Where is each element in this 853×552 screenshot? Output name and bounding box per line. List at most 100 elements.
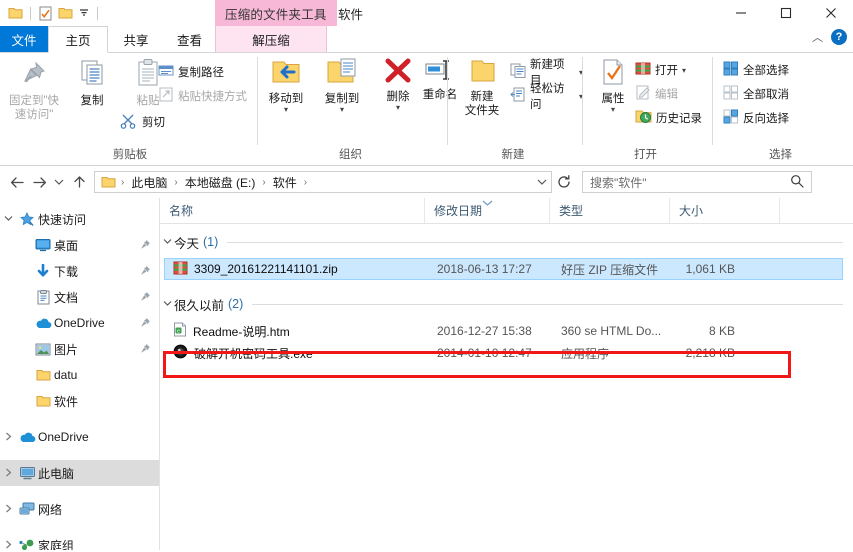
forward-button[interactable] <box>28 169 50 195</box>
copy-button[interactable]: 复制 <box>64 57 120 108</box>
expander-chevron-icon[interactable] <box>0 468 16 479</box>
column-header-name[interactable]: 名称 <box>160 198 424 223</box>
properties-caret-icon[interactable]: ▾ <box>611 106 615 114</box>
navigation-pane: 快速访问 桌面 下载 文档 OneDrive 图片 datu 软件 OneDri… <box>0 198 160 550</box>
quick-access-toolbar <box>8 3 100 23</box>
application-exe-icon <box>173 344 188 362</box>
expander-chevron-icon[interactable] <box>0 504 16 515</box>
pin-icon[interactable] <box>140 317 151 331</box>
network-icon <box>16 502 38 516</box>
expander-chevron-icon[interactable] <box>0 214 16 224</box>
group-collapse-chevron-icon[interactable] <box>160 237 174 248</box>
sidebar-label-homegroup: 家庭组 <box>38 538 75 551</box>
breadcrumb-separator-0[interactable]: › <box>116 177 129 188</box>
group-header-long-ago[interactable]: 很久以前 (2) <box>160 292 853 316</box>
search-box[interactable]: 搜索"软件" <box>582 171 812 193</box>
customize-qat-dropdown-icon[interactable] <box>78 6 90 20</box>
open-caret-icon[interactable]: ▾ <box>682 66 686 75</box>
help-icon[interactable]: ? <box>831 29 847 45</box>
sidebar-label-network: 网络 <box>38 502 63 517</box>
minimize-button[interactable] <box>718 0 763 26</box>
sidebar-item-homegroup[interactable]: 家庭组 <box>0 532 159 550</box>
tab-file[interactable]: 文件 <box>0 26 48 52</box>
sidebar-item-software[interactable]: 软件 <box>0 388 159 414</box>
search-icon[interactable] <box>790 174 804 191</box>
sidebar-item-pictures[interactable]: 图片 <box>0 336 159 362</box>
select-all-button[interactable]: 全部选择 <box>723 59 789 81</box>
copy-path-button[interactable]: 复制路径 <box>158 61 224 83</box>
invert-selection-button[interactable]: 反向选择 <box>723 107 789 129</box>
sidebar-item-documents[interactable]: 文档 <box>0 284 159 310</box>
column-header-size[interactable]: 大小 <box>669 198 779 223</box>
up-button[interactable] <box>68 169 90 195</box>
pin-to-quick-access-label: 固定到"快 速访问" <box>8 95 60 121</box>
open-button[interactable]: 打开 ▾ <box>635 59 686 81</box>
properties-button[interactable]: 属性 ▾ <box>585 57 641 114</box>
sidebar-item-downloads[interactable]: 下载 <box>0 258 159 284</box>
easy-access-button[interactable]: 轻松访问 ▾ <box>510 83 583 111</box>
sidebar-item-this-pc[interactable]: 此电脑 <box>0 460 159 486</box>
breadcrumb-local-disk-e[interactable]: 本地磁盘 (E:) <box>183 174 258 191</box>
new-folder-icon[interactable] <box>58 6 73 20</box>
cut-button[interactable]: 剪切 <box>120 111 165 133</box>
column-header-date[interactable]: 修改日期 <box>424 198 549 223</box>
expander-chevron-icon[interactable] <box>0 540 16 551</box>
column-header-type[interactable]: 类型 <box>549 198 669 223</box>
sidebar-item-onedrive[interactable]: OneDrive <box>0 424 159 450</box>
pin-icon[interactable] <box>140 343 151 357</box>
tab-share[interactable]: 共享 <box>108 26 164 52</box>
new-folder-button[interactable]: 新建 文件夹 <box>454 57 510 118</box>
recent-locations-button[interactable] <box>50 169 68 195</box>
sidebar-label-datu: datu <box>54 368 78 382</box>
copy-to-button[interactable]: 复制到 ▾ <box>314 57 370 114</box>
pin-icon[interactable] <box>140 265 151 279</box>
breadcrumb-separator-1[interactable]: › <box>169 177 182 188</box>
select-none-button[interactable]: 全部取消 <box>723 83 789 105</box>
pin-icon[interactable] <box>140 239 151 253</box>
sidebar-item-network[interactable]: 网络 <box>0 496 159 522</box>
select-all-label: 全部选择 <box>743 65 789 77</box>
maximize-button[interactable] <box>763 0 808 26</box>
properties-icon[interactable] <box>38 6 53 21</box>
expander-chevron-icon[interactable] <box>0 432 16 443</box>
onedrive-cloud-icon <box>16 431 38 444</box>
search-input[interactable]: 搜索"软件" <box>583 174 647 191</box>
move-to-caret-icon[interactable]: ▾ <box>284 106 288 114</box>
group-header-today[interactable]: 今天 (1) <box>160 230 853 254</box>
sidebar-item-datu[interactable]: datu <box>0 362 159 388</box>
collapse-ribbon-icon[interactable]: ︿ <box>812 29 823 45</box>
refresh-button[interactable] <box>552 169 576 195</box>
column-header-spare[interactable] <box>779 198 853 223</box>
breadcrumb-this-pc[interactable]: 此电脑 <box>129 174 169 191</box>
column-headers: 名称 修改日期 类型 大小 <box>160 198 853 224</box>
breadcrumb-separator-3[interactable]: › <box>299 177 312 188</box>
move-to-button[interactable]: 移动到 ▾ <box>258 57 314 114</box>
delete-caret-icon[interactable]: ▾ <box>396 104 400 112</box>
sidebar-item-quick-access[interactable]: 快速访问 <box>0 206 159 232</box>
tab-home[interactable]: 主页 <box>48 26 108 53</box>
sidebar-item-onedrive-quick[interactable]: OneDrive <box>0 310 159 336</box>
address-dropdown-icon[interactable] <box>536 175 548 189</box>
back-button[interactable] <box>6 169 28 195</box>
folder-icon[interactable] <box>8 6 23 20</box>
paste-shortcut-button[interactable]: 粘贴快捷方式 <box>158 85 247 107</box>
history-button[interactable]: 历史记录 <box>635 107 702 129</box>
table-row[interactable]: e Readme-说明.htm 2016-12-27 15:38 360 se … <box>165 320 843 342</box>
breadcrumb-separator-2[interactable]: › <box>257 177 270 188</box>
tab-extract[interactable]: 解压缩 <box>215 26 327 52</box>
copy-to-caret-icon[interactable]: ▾ <box>340 106 344 114</box>
desktop-icon <box>32 238 54 252</box>
move-to-label: 移动到 <box>268 93 304 105</box>
homegroup-icon <box>16 538 38 550</box>
tab-view[interactable]: 查看 <box>164 26 215 52</box>
table-row[interactable]: 破解开机密码工具.exe 2014-01-10 12:47 应用程序 2,218… <box>165 342 843 364</box>
group-collapse-chevron-icon[interactable] <box>160 299 174 310</box>
pin-icon[interactable] <box>140 291 151 305</box>
close-button[interactable] <box>808 0 853 26</box>
table-row[interactable]: 3309_20161221141101.zip 2018-06-13 17:27… <box>164 258 843 280</box>
pin-to-quick-access-button[interactable]: 固定到"快 速访问" <box>6 57 62 122</box>
breadcrumb-software[interactable]: 软件 <box>271 174 299 191</box>
sidebar-item-desktop[interactable]: 桌面 <box>0 232 159 258</box>
edit-button[interactable]: 编辑 <box>635 83 678 105</box>
address-breadcrumb-bar[interactable]: › 此电脑 › 本地磁盘 (E:) › 软件 › <box>94 171 552 193</box>
